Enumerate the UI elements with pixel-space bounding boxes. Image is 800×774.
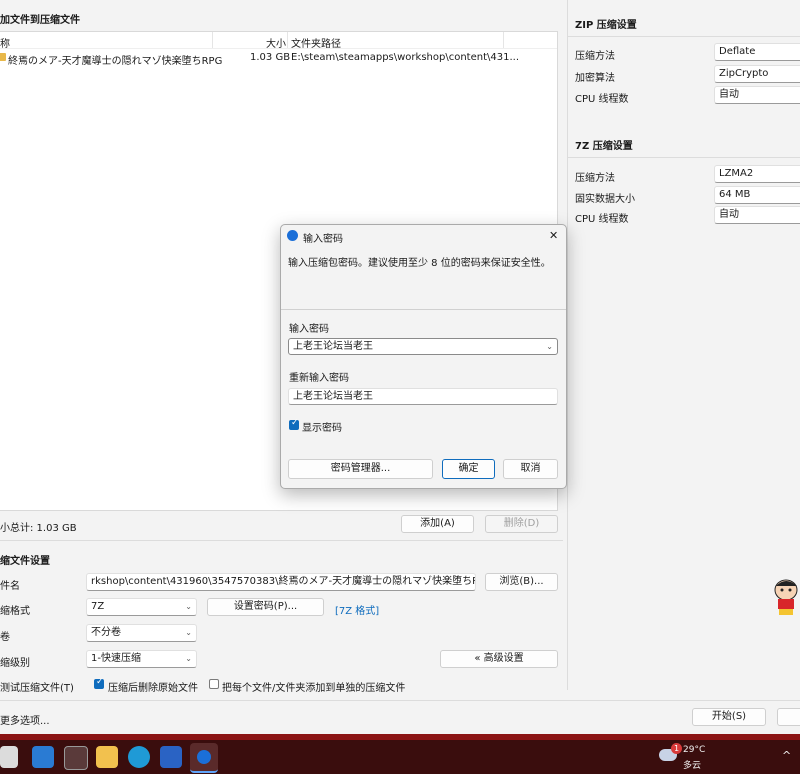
reenter-label: 重新输入密码 — [289, 373, 349, 384]
taskbar: 1 29°C 多云 ^ — [0, 740, 800, 774]
file-size: 1.03 GB — [250, 52, 291, 63]
mascot-sticker — [770, 578, 800, 616]
format-value: 7Z — [91, 601, 105, 612]
folder-icon — [0, 53, 6, 61]
password-manager-button[interactable]: 密码管理器... — [288, 459, 433, 479]
notification-badge: 1 — [671, 743, 682, 754]
level-value: 1-快速压缩 — [91, 653, 141, 664]
add-button[interactable]: 添加(A) — [401, 515, 474, 533]
header-path[interactable]: 文件夹路径 — [291, 35, 341, 50]
list-item[interactable]: 終焉のメア-天才魔導士の隠れマゾ快楽堕ちRPG 1.03 GB E:\steam… — [0, 50, 557, 67]
delete-after-checkbox[interactable] — [94, 677, 104, 689]
bandizip-icon[interactable] — [190, 743, 218, 773]
password-dialog: 输入密码 ✕ 输入压缩包密码。建议使用至少 8 位的密码来保证安全性。 输入密码… — [280, 224, 567, 489]
file-name: 終焉のメア-天才魔導士の隠れマゾ快楽堕ちRPG — [8, 56, 223, 67]
ok-button[interactable]: 确定 — [442, 459, 495, 479]
zip-settings-title: ZIP 压缩设置 — [575, 20, 637, 31]
7z-method-label: 压缩方法 — [575, 173, 615, 184]
volume-select[interactable]: 不分卷 ⌄ — [86, 624, 197, 642]
add-files-title: 加文件到压缩文件 — [0, 15, 80, 26]
reenter-input[interactable]: 上老王论坛当老王 — [288, 388, 558, 405]
format-label: 缩格式 — [0, 606, 30, 617]
zip-threads-select[interactable]: 自动 — [714, 86, 800, 104]
archive-settings-title: 缩文件设置 — [0, 556, 50, 567]
level-select[interactable]: 1-快速压缩 ⌄ — [86, 650, 197, 668]
chevron-down-icon[interactable]: ⌄ — [546, 339, 553, 354]
chevron-down-icon: ⌄ — [185, 654, 192, 663]
dialog-app-icon — [287, 230, 298, 241]
temperature: 29°C — [683, 745, 706, 755]
edge-icon[interactable] — [128, 746, 150, 768]
zip-method-select[interactable]: Deflate — [714, 43, 800, 61]
dialog-title: 输入密码 — [303, 234, 343, 245]
7z-threads-select[interactable]: 自动 — [714, 206, 800, 224]
zip-encryption-label: 加密算法 — [575, 73, 615, 84]
delete-after-label: 压缩后删除原始文件 — [108, 683, 198, 694]
dialog-message: 输入压缩包密码。建议使用至少 8 位的密码来保证安全性。 — [288, 258, 551, 269]
header-name[interactable]: 称 — [0, 35, 10, 50]
app-icon-1[interactable] — [32, 746, 54, 768]
set-password-button[interactable]: 设置密码(P)... — [207, 598, 324, 616]
header-size[interactable]: 大小 — [266, 35, 286, 50]
7z-solid-label: 固实数据大小 — [575, 194, 635, 205]
7z-solid-select[interactable]: 64 MB — [714, 186, 800, 204]
more-options-link[interactable]: 更多选项... — [0, 712, 50, 727]
browse-button[interactable]: 浏览(B)... — [485, 573, 558, 591]
file-path: E:\steam\steamapps\workshop\content\431.… — [291, 52, 519, 63]
advanced-settings-button[interactable]: « 高级设置 — [440, 650, 558, 668]
zip-threads-label: CPU 线程数 — [575, 94, 629, 105]
secondary-bottom-button[interactable] — [777, 708, 800, 726]
volume-value: 不分卷 — [91, 627, 121, 638]
format-link[interactable]: [7Z 格式] — [335, 602, 379, 617]
password-label: 输入密码 — [289, 324, 329, 335]
separate-archives-checkbox[interactable] — [209, 679, 219, 689]
cancel-button[interactable]: 取消 — [503, 459, 558, 479]
total-size: 小总计: 1.03 GB — [0, 523, 77, 534]
chevron-down-icon: ⌄ — [185, 628, 192, 637]
start-button[interactable]: 开始(S) — [692, 708, 766, 726]
7z-method-select[interactable]: LZMA2 — [714, 165, 800, 183]
list-header: 称 大小 文件夹路径 — [0, 32, 557, 50]
show-password-checkbox[interactable] — [289, 418, 299, 430]
chevron-down-icon: ⌄ — [185, 602, 192, 611]
separate-archives-label: 把每个文件/文件夹添加到单独的压缩文件 — [222, 683, 406, 694]
snipping-tool-icon[interactable] — [0, 746, 18, 768]
weather-text: 多云 — [683, 761, 702, 771]
filename-input[interactable]: rkshop\content\431960\3547570383\終焉のメア-天… — [86, 573, 476, 591]
format-select[interactable]: 7Z ⌄ — [86, 598, 197, 616]
7z-settings-title: 7Z 压缩设置 — [575, 141, 633, 152]
chevron-up-icon[interactable]: ^ — [782, 749, 791, 762]
password-input[interactable]: 上老王论坛当老王 ⌄ — [288, 338, 558, 355]
app-icon-3[interactable] — [160, 746, 182, 768]
delete-button[interactable]: 删除(D) — [485, 515, 558, 533]
filename-label: 件名 — [0, 581, 20, 592]
volume-label: 卷 — [0, 632, 10, 643]
app-icon-2[interactable] — [64, 746, 88, 770]
close-icon[interactable]: ✕ — [549, 229, 558, 242]
file-explorer-icon[interactable] — [96, 746, 118, 768]
7z-threads-label: CPU 线程数 — [575, 214, 629, 225]
zip-method-label: 压缩方法 — [575, 51, 615, 62]
zip-encryption-select[interactable]: ZipCrypto — [714, 65, 800, 83]
dialog-message-area: 输入压缩包密码。建议使用至少 8 位的密码来保证安全性。 — [281, 245, 566, 310]
test-archive-option[interactable]: 测试压缩文件(T) — [0, 679, 74, 694]
show-password-label: 显示密码 — [302, 423, 342, 434]
level-label: 缩级别 — [0, 658, 30, 669]
password-value: 上老王论坛当老王 — [293, 341, 373, 352]
